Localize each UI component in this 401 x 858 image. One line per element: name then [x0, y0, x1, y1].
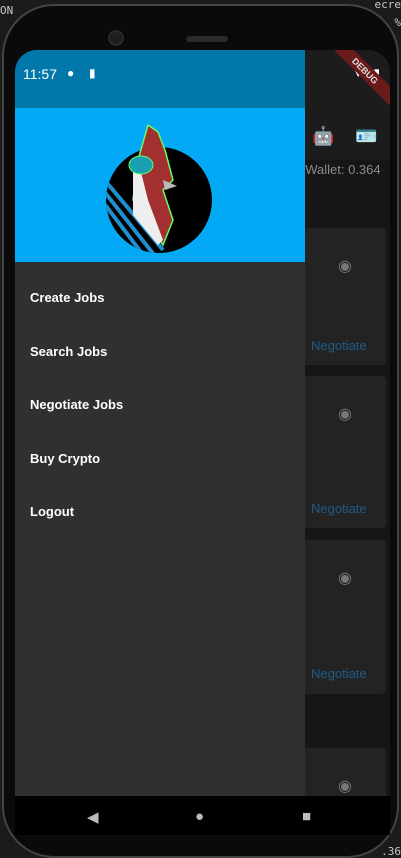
webcam-icon: ◉ [338, 406, 352, 423]
recents-icon[interactable]: ■ [302, 808, 311, 825]
home-icon[interactable]: ● [195, 808, 204, 825]
menu-item-buy-crypto[interactable]: Buy Crypto [15, 432, 305, 486]
camera [108, 30, 124, 46]
webcam-icon: ◉ [338, 778, 352, 795]
speaker [186, 36, 228, 42]
webcam-icon: ◉ [338, 570, 352, 587]
navigation-drawer: 11:57 ● ▮ Create Jobs Search Jobs Negoti… [15, 50, 305, 796]
menu-item-negotiate-jobs[interactable]: Negotiate Jobs [15, 378, 305, 432]
back-icon[interactable]: ◀ [87, 808, 99, 826]
android-icon[interactable]: 🤖 [312, 126, 334, 147]
job-card[interactable]: ◉ Negotiate [293, 540, 386, 694]
ide-text: ON [0, 4, 14, 17]
id-card-icon[interactable]: 🪪 [355, 126, 377, 147]
ide-text: ecre [374, 0, 401, 11]
wallet-balance: f Wallet: 0.364 [298, 162, 381, 177]
negotiate-link[interactable]: Negotiate [311, 666, 367, 681]
menu-item-create-jobs[interactable]: Create Jobs [15, 271, 305, 325]
status-time: 11:57 [23, 66, 57, 82]
status-bar: 11:57 ● ▮ [15, 50, 305, 108]
menu-item-logout[interactable]: Logout [15, 485, 305, 539]
ide-text: % [394, 16, 401, 29]
menu-item-search-jobs[interactable]: Search Jobs [15, 325, 305, 379]
drawer-menu: Create Jobs Search Jobs Negotiate Jobs B… [15, 262, 305, 539]
app-notification-icon: ● [67, 66, 75, 80]
negotiate-link[interactable]: Negotiate [311, 501, 367, 516]
screen: ▼◢▮ DEBUG 🤖 🪪 f Wallet: 0.364 ◉ Negotiat… [15, 50, 390, 835]
ide-text: .36 [381, 845, 401, 858]
webcam-icon: ◉ [338, 258, 352, 275]
rooster-logo [106, 123, 212, 253]
sd-card-icon: ▮ [89, 66, 96, 80]
negotiate-link[interactable]: Negotiate [311, 338, 367, 353]
job-card[interactable]: ◉ Negotiate [293, 376, 386, 528]
job-card[interactable]: ◉ Negotiate [293, 228, 386, 365]
system-nav-bar: ◀ ● ■ [15, 796, 390, 835]
drawer-header [15, 108, 305, 262]
